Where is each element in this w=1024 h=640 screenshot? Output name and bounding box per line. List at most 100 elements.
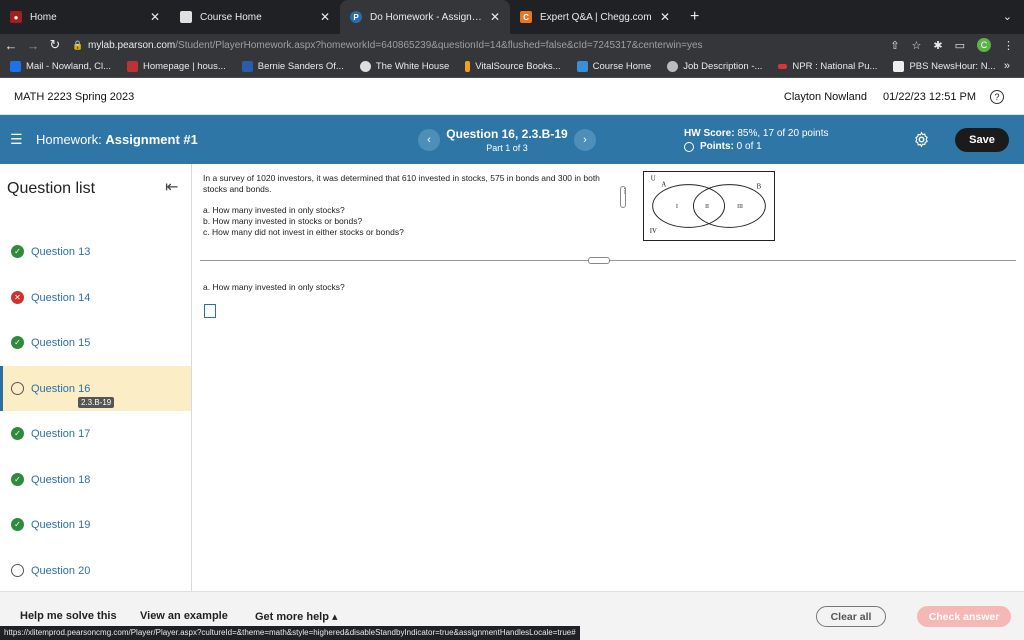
close-icon[interactable]: ✕ (150, 10, 160, 24)
user-name: Clayton Nowland (783, 90, 868, 103)
clear-all-button[interactable]: Clear all (816, 606, 886, 627)
extensions-icon[interactable]: ✱ (933, 39, 942, 52)
question-list-item[interactable]: ✓ Question 15 (0, 320, 191, 365)
question-label: Question 19 (31, 518, 91, 531)
tab-do-homework[interactable]: P Do Homework - Assignment #1 ✕ (340, 0, 510, 34)
chegg-favicon-icon: C (520, 11, 532, 23)
forward-arrow-icon[interactable]: → (22, 38, 44, 53)
bookmark-label: Mail - Nowland, Cl... (26, 61, 111, 72)
points-row: Points: 0 of 1 (684, 140, 829, 153)
close-icon[interactable]: ✕ (490, 10, 500, 24)
back-arrow-icon[interactable]: ← (0, 38, 22, 53)
venn-circle-a (652, 184, 726, 228)
bookmark-white-house[interactable]: The White House (359, 61, 450, 72)
bookmark-label: Bernie Sanders Of... (257, 61, 344, 72)
vertical-resize-handle[interactable]: ⋮ (620, 186, 628, 208)
bookmark-course-home[interactable]: Course Home (576, 61, 651, 72)
gear-icon[interactable] (913, 131, 930, 148)
hw-score-label: HW Score: (684, 128, 735, 139)
house-icon (127, 61, 138, 72)
bookmark-npr[interactable]: NPR : National Pu... (778, 61, 877, 72)
problem-parts: a. How many invested in only stocks? b. … (203, 205, 603, 238)
bookmark-label: NPR : National Pu... (792, 61, 878, 72)
globe-icon (667, 61, 679, 72)
chevron-down-icon[interactable]: ⌄ (1003, 10, 1012, 23)
bookmark-pbs[interactable]: PBS NewsHour: N... (893, 61, 996, 72)
help-me-solve-link[interactable]: Help me solve this (20, 610, 117, 622)
x-icon: ✕ (11, 291, 24, 304)
help-icon[interactable]: ? (990, 89, 1004, 104)
bookmark-label: The White House (375, 61, 450, 72)
close-icon[interactable]: ✕ (320, 10, 330, 24)
bookmark-mail[interactable]: Mail - Nowland, Cl... (10, 61, 111, 72)
question-navigator: ‹ Question 16, 2.3.B-19 Part 1 of 3 › (418, 115, 596, 164)
new-tab-button[interactable]: + (680, 0, 709, 34)
url-path: /Student/PlayerHomework.aspx?homeworkId=… (175, 39, 703, 51)
check-icon: ✓ (11, 245, 24, 258)
tab-label: Course Home (200, 11, 262, 23)
bookmark-label: Job Description -... (683, 61, 763, 72)
tab-home[interactable]: ● Home ✕ (0, 0, 170, 34)
check-answer-button[interactable]: Check answer (917, 606, 1011, 627)
answer-input[interactable] (204, 304, 216, 318)
url-host: mylab.pearson.com (88, 39, 176, 51)
next-question-button[interactable]: › (573, 128, 596, 151)
question-list-item[interactable]: ✓ Question 17 (0, 411, 191, 456)
question-list-item[interactable]: ✓ Question 13 (0, 229, 191, 274)
question-list-heading: Question list (7, 180, 96, 197)
bookmark-homepage[interactable]: Homepage | hous... (127, 61, 226, 72)
part-a-text: a. How many invested in only stocks? (203, 205, 345, 215)
question-list-item[interactable]: ✕ Question 14 (0, 275, 191, 320)
save-button[interactable]: Save (955, 128, 1009, 152)
course-name: MATH 2223 Spring 2023 (14, 90, 135, 103)
problem-text: In a survey of 1020 investors, it was de… (203, 173, 600, 194)
bookmark-vitalsource[interactable]: VitalSource Books... (465, 61, 561, 72)
question-list-item[interactable]: ✓ Question 18 (0, 457, 191, 502)
circle-icon (11, 382, 24, 395)
profile-avatar[interactable]: C (977, 38, 991, 52)
question-list-item-current[interactable]: Question 16 2.3.B-19 (0, 366, 191, 411)
toolbar-actions: ⇧ ☆ ✱ ▭ C ⋮ (878, 38, 1014, 52)
check-icon: ✓ (11, 473, 24, 486)
collapse-sidebar-icon[interactable]: ⇤ (165, 177, 178, 197)
horizontal-resize-handle[interactable] (588, 257, 610, 264)
previous-question-button[interactable]: ‹ (418, 128, 440, 151)
homework-title: Homework: Assignment #1 (36, 132, 198, 147)
hw-score-value: 85%, 17 of 20 points (737, 128, 829, 139)
tab-label: Home (30, 11, 57, 23)
question-list-item[interactable]: Question 20 (0, 548, 191, 591)
share-icon[interactable]: ⇧ (890, 39, 899, 52)
view-example-link[interactable]: View an example (140, 610, 228, 622)
kebab-menu-icon[interactable]: ⋮ (1003, 39, 1014, 52)
course-header: MATH 2223 Spring 2023 Clayton Nowland 01… (0, 79, 1024, 115)
pearson-favicon-icon: P (350, 11, 362, 23)
tab-label: Expert Q&A | Chegg.com (540, 11, 652, 23)
senate-icon (241, 61, 253, 72)
white-house-icon (359, 61, 371, 72)
lock-icon: 🔒 (72, 39, 84, 50)
reload-icon[interactable]: ↻ (44, 37, 66, 53)
bookmarks-overflow-icon[interactable]: » (1004, 60, 1010, 72)
star-icon[interactable]: ☆ (912, 39, 922, 52)
tab-course-home[interactable]: Course Home ✕ (170, 0, 340, 34)
status-bar-url: https://xlitemprod.pearsoncmg.com/Player… (0, 626, 580, 640)
question-list-item[interactable]: ✓ Question 19 (0, 502, 191, 547)
homework-title-prefix: Homework: (36, 132, 102, 147)
bookmark-job[interactable]: Job Description -... (667, 61, 762, 72)
address-bar[interactable]: 🔒 mylab.pearson.com /Student/PlayerHomew… (72, 35, 878, 55)
course-icon (576, 61, 588, 72)
pbs-icon (893, 61, 905, 72)
venn-diagram: U A B I II III IV (643, 171, 775, 241)
close-icon[interactable]: ✕ (660, 10, 670, 24)
venn-region-4: IV (650, 228, 657, 235)
problem-statement: In a survey of 1020 investors, it was de… (203, 173, 603, 238)
hw-score-row: HW Score: 85%, 17 of 20 points (684, 127, 829, 140)
hamburger-menu-icon[interactable]: ☰ (10, 131, 26, 148)
bookmark-bernie[interactable]: Bernie Sanders Of... (241, 61, 344, 72)
sidepanel-icon[interactable]: ▭ (955, 39, 965, 52)
score-panel: HW Score: 85%, 17 of 20 points Points: 0… (684, 127, 829, 153)
tab-chegg[interactable]: C Expert Q&A | Chegg.com ✕ (510, 0, 680, 34)
bookmark-label: PBS NewsHour: N... (909, 61, 996, 72)
question-content: In a survey of 1020 investors, it was de… (192, 164, 1024, 591)
get-more-help-link[interactable]: Get more help ▴ (255, 610, 338, 623)
